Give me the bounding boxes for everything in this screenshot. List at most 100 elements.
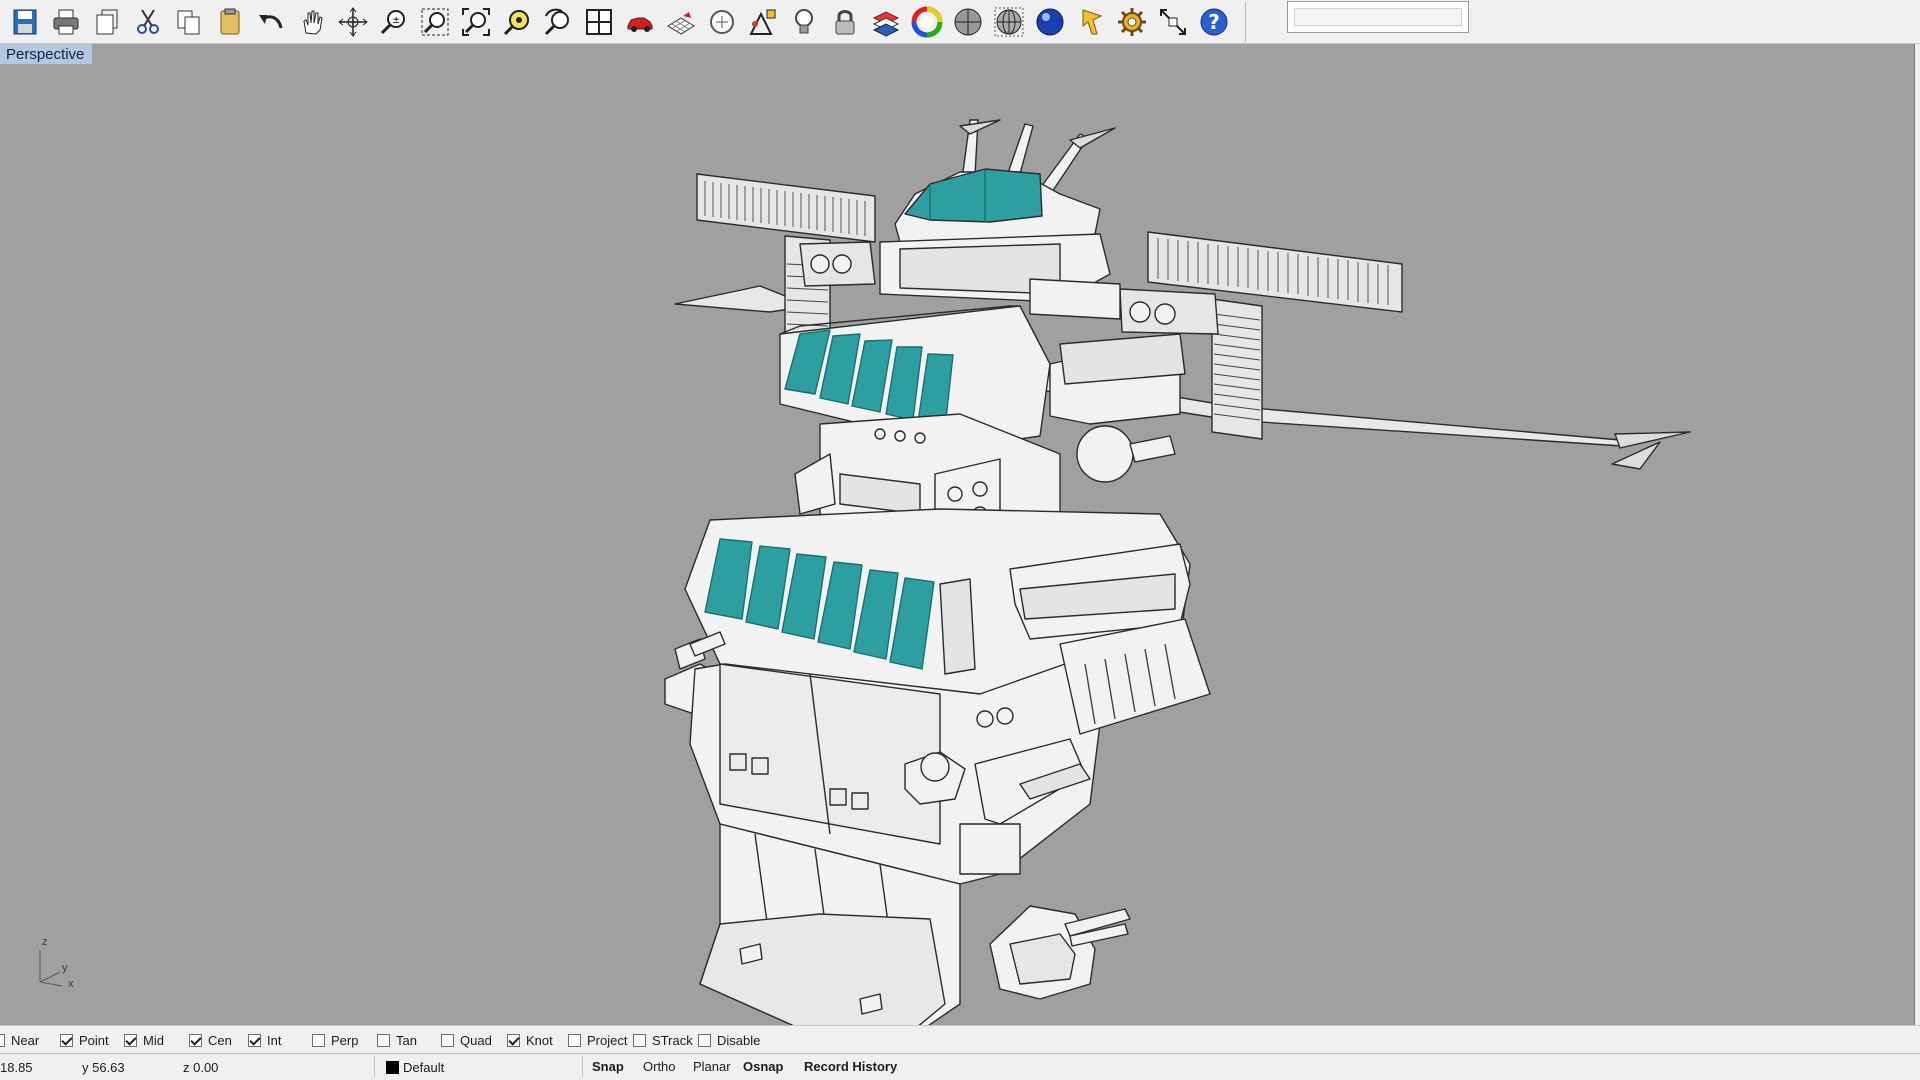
status-separator: [374, 1056, 375, 1077]
zoom-selected-button[interactable]: [496, 2, 537, 42]
osnap-checkbox[interactable]: [312, 1033, 325, 1047]
wireframe-sphere-icon: [994, 7, 1023, 37]
osnap-int[interactable]: Int: [248, 1031, 281, 1049]
render-sphere-button[interactable]: [1029, 2, 1070, 42]
osnap-near[interactable]: Near: [0, 1031, 39, 1049]
osnap-checkbox[interactable]: [377, 1033, 390, 1047]
paste-button[interactable]: [209, 2, 250, 42]
paste-icon: [220, 8, 239, 35]
rotate-view-button[interactable]: [332, 2, 373, 42]
light-bulb-icon: [794, 9, 813, 34]
status-y-coordinate: y 56.63: [82, 1060, 125, 1075]
pane-snap[interactable]: Snap: [585, 1056, 631, 1078]
status-layer[interactable]: Default: [386, 1060, 444, 1075]
axis-label-z: z: [42, 936, 48, 948]
osnap-checkbox[interactable]: [441, 1033, 454, 1047]
grid-options-icon: [666, 12, 695, 35]
osnap-label: Tan: [396, 1032, 417, 1048]
osnap-cen[interactable]: Cen: [189, 1031, 232, 1049]
settings-gear-icon: [1117, 8, 1146, 36]
undo-icon: [258, 15, 282, 29]
osnap-disable[interactable]: Disable: [698, 1031, 760, 1049]
named-view-icon: [709, 10, 734, 34]
pane-record-history[interactable]: Record History: [797, 1056, 904, 1078]
osnap-knot[interactable]: Knot: [507, 1031, 553, 1049]
render-sphere-icon: [1036, 8, 1063, 36]
cut-button[interactable]: [127, 2, 168, 42]
osnap-checkbox[interactable]: [568, 1033, 581, 1047]
save-icon: [13, 9, 36, 35]
copy-to-clipboard-button[interactable]: [86, 2, 127, 42]
zoom-window-button[interactable]: [414, 2, 455, 42]
select-filter-button[interactable]: [1070, 2, 1111, 42]
osnap-label: Project: [587, 1032, 628, 1048]
print-button[interactable]: [45, 2, 86, 42]
osnap-mid[interactable]: Mid: [124, 1031, 164, 1049]
layer-color-swatch: [386, 1061, 399, 1074]
pane-osnap[interactable]: Osnap: [736, 1056, 790, 1078]
object-snap-button[interactable]: [742, 2, 783, 42]
ship-model[interactable]: [0, 44, 1914, 1025]
axis-label-x: x: [68, 978, 74, 990]
osnap-checkbox[interactable]: [124, 1033, 137, 1047]
osnap-point[interactable]: Point: [60, 1031, 109, 1049]
pane-planar[interactable]: Planar: [686, 1056, 738, 1078]
command-search-input[interactable]: [1294, 8, 1462, 26]
osnap-perp[interactable]: Perp: [312, 1031, 358, 1049]
rotate-view-icon: [337, 7, 368, 37]
command-search-box[interactable]: [1287, 1, 1469, 33]
zoom-extents-icon: [461, 8, 490, 36]
print-icon: [53, 9, 78, 35]
help-button[interactable]: ?: [1193, 2, 1234, 42]
dimension-button[interactable]: [1152, 2, 1193, 42]
osnap-project[interactable]: Project: [568, 1031, 627, 1049]
osnap-strack[interactable]: STrack: [633, 1031, 693, 1049]
osnap-checkbox[interactable]: [633, 1033, 646, 1047]
zoom-dynamic-button[interactable]: ±: [373, 2, 414, 42]
toolbar-button-strip: ±?: [4, 2, 1246, 42]
four-viewports-icon: [585, 9, 612, 35]
zoom-extents-button[interactable]: [455, 2, 496, 42]
settings-gear-button[interactable]: [1111, 2, 1152, 42]
osnap-checkbox[interactable]: [60, 1033, 73, 1047]
osnap-checkbox[interactable]: [0, 1033, 5, 1047]
perspective-viewport[interactable]: Perspective z y x: [0, 44, 1914, 1025]
osnap-label: Point: [79, 1032, 109, 1048]
pan-button[interactable]: [291, 2, 332, 42]
osnap-checkbox[interactable]: [507, 1033, 520, 1047]
osnap-label: Int: [267, 1032, 282, 1048]
named-view-button[interactable]: [701, 2, 742, 42]
osnap-checkbox[interactable]: [698, 1033, 711, 1047]
save-button[interactable]: [4, 2, 45, 42]
undo-view-change-icon: [544, 8, 569, 36]
zoom-window-icon: [421, 8, 448, 36]
status-layer-name: Default: [403, 1060, 445, 1075]
viewport-border: [1914, 44, 1920, 1025]
copy-to-clipboard-icon: [96, 9, 117, 35]
pan-icon: [302, 10, 323, 35]
undo-button[interactable]: [250, 2, 291, 42]
copy-button[interactable]: [168, 2, 209, 42]
lock-button[interactable]: [824, 2, 865, 42]
osnap-checkbox[interactable]: [248, 1033, 261, 1047]
light-bulb-button[interactable]: [783, 2, 824, 42]
viewport-title[interactable]: Perspective: [0, 44, 93, 64]
svg-text:?: ?: [1208, 10, 1220, 34]
color-wheel-button[interactable]: [906, 2, 947, 42]
car-options-button[interactable]: [619, 2, 660, 42]
layer-button[interactable]: [865, 2, 906, 42]
osnap-checkbox[interactable]: [189, 1033, 202, 1047]
grid-options-button[interactable]: [660, 2, 701, 42]
osnap-tan[interactable]: Tan: [377, 1031, 417, 1049]
osnap-label: Knot: [526, 1032, 553, 1048]
shaded-sphere-button[interactable]: [947, 2, 988, 42]
osnap-quad[interactable]: Quad: [441, 1031, 492, 1049]
status-z-coordinate: z 0.00: [183, 1060, 219, 1075]
world-axis-icon: z y x: [32, 936, 92, 992]
osnap-label: Disable: [717, 1032, 761, 1048]
four-viewports-button[interactable]: [578, 2, 619, 42]
zoom-dynamic-icon: ±: [380, 10, 405, 35]
pane-ortho[interactable]: Ortho: [636, 1056, 683, 1078]
wireframe-sphere-button[interactable]: [988, 2, 1029, 42]
undo-view-change-button[interactable]: [537, 2, 578, 42]
